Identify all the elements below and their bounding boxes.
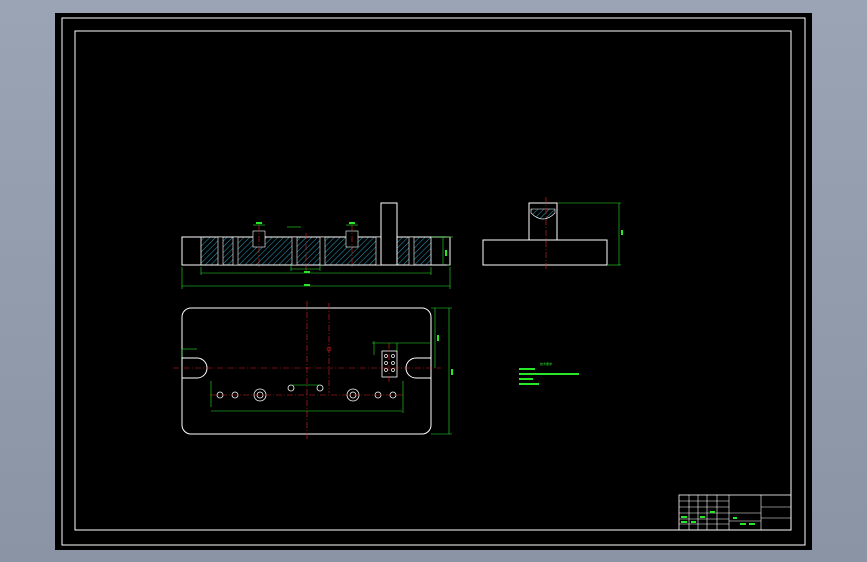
inner-frame: [74, 30, 792, 531]
top-view: [173, 301, 453, 441]
drawing-sheet: 技术要求: [55, 13, 812, 550]
cad-viewport[interactable]: 技术要求: [0, 0, 867, 562]
technical-notes: 技术要求: [519, 361, 579, 385]
title-block: [678, 494, 792, 531]
front-section-view: [181, 202, 453, 289]
drawing-canvas: 技术要求: [61, 17, 806, 546]
notes-title: 技术要求: [540, 361, 552, 366]
side-view: [482, 197, 623, 269]
outer-frame: [61, 17, 806, 546]
